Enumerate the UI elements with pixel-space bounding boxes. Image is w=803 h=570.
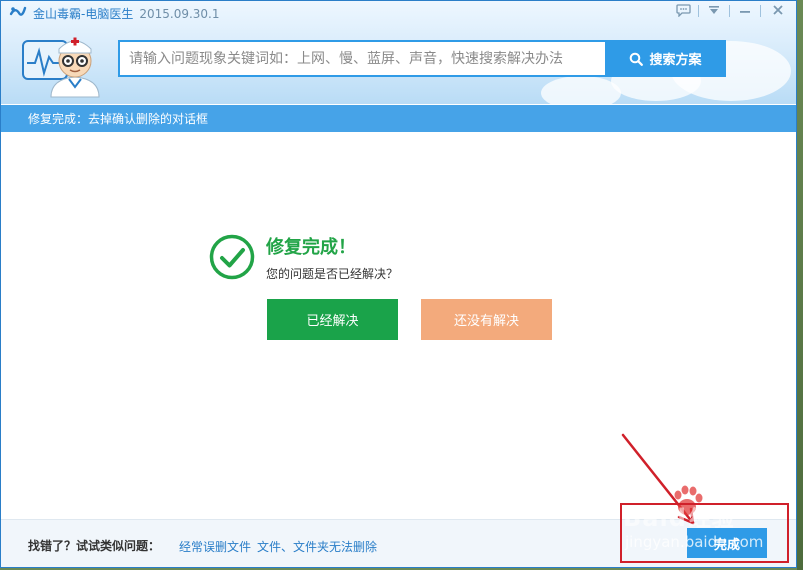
unsolved-button-label: 还没有解决	[453, 314, 519, 329]
app-title: 金山毒霸-电脑医生	[33, 7, 134, 21]
chat-icon	[675, 3, 691, 17]
header: 金山毒霸-电脑医生 2015.09.30.1 请输入问题现象关键词如：上网、慢、…	[1, 1, 796, 104]
menu-icon	[709, 6, 719, 14]
result-question: 您的问题是否已经解决？	[266, 267, 399, 281]
search-button-label: 搜索方案	[649, 53, 702, 68]
result-title: 修复完成！	[266, 237, 356, 258]
titlebar-separator	[729, 5, 730, 17]
titlebar-separator	[698, 5, 699, 17]
close-button[interactable]	[766, 1, 790, 19]
related-link-cannot-delete[interactable]: 文件、文件夹无法删除	[257, 538, 377, 555]
minimize-button[interactable]	[733, 1, 757, 19]
search-input[interactable]	[127, 49, 605, 68]
desktop-background-strip	[797, 0, 803, 570]
checkmark-circle-icon	[209, 234, 255, 280]
search-field[interactable]	[118, 40, 605, 77]
window-title: 金山毒霸-电脑医生 2015.09.30.1	[33, 5, 220, 22]
kingsoft-logo-icon	[9, 6, 27, 16]
annotation-highlight-box	[620, 503, 789, 563]
doctor-mascot	[22, 37, 100, 98]
chat-button[interactable]	[671, 1, 695, 19]
titlebar-separator	[760, 5, 761, 17]
search-icon	[630, 52, 644, 66]
unsolved-button[interactable]: 还没有解决	[421, 299, 552, 340]
app-window: 金山毒霸-电脑医生 2015.09.30.1 请输入问题现象关键词如：上网、慢、…	[0, 0, 797, 568]
close-icon	[773, 5, 783, 15]
search-button[interactable]: 搜索方案	[605, 40, 726, 77]
solved-button-label: 已经解决	[306, 314, 359, 329]
app-version: 2015.09.30.1	[139, 7, 220, 21]
status-text: 修复完成：去掉确认删除的对话框	[28, 112, 209, 126]
cloud-decoration	[541, 76, 621, 104]
solved-button[interactable]: 已经解决	[267, 299, 398, 340]
minimize-icon	[740, 11, 750, 13]
menu-button[interactable]	[702, 1, 726, 19]
status-bar: 修复完成：去掉确认删除的对话框	[1, 105, 796, 132]
related-link-accidental-delete[interactable]: 经常误删文件	[179, 538, 251, 555]
footer-label: 找错了？试试类似问题：	[28, 539, 161, 553]
